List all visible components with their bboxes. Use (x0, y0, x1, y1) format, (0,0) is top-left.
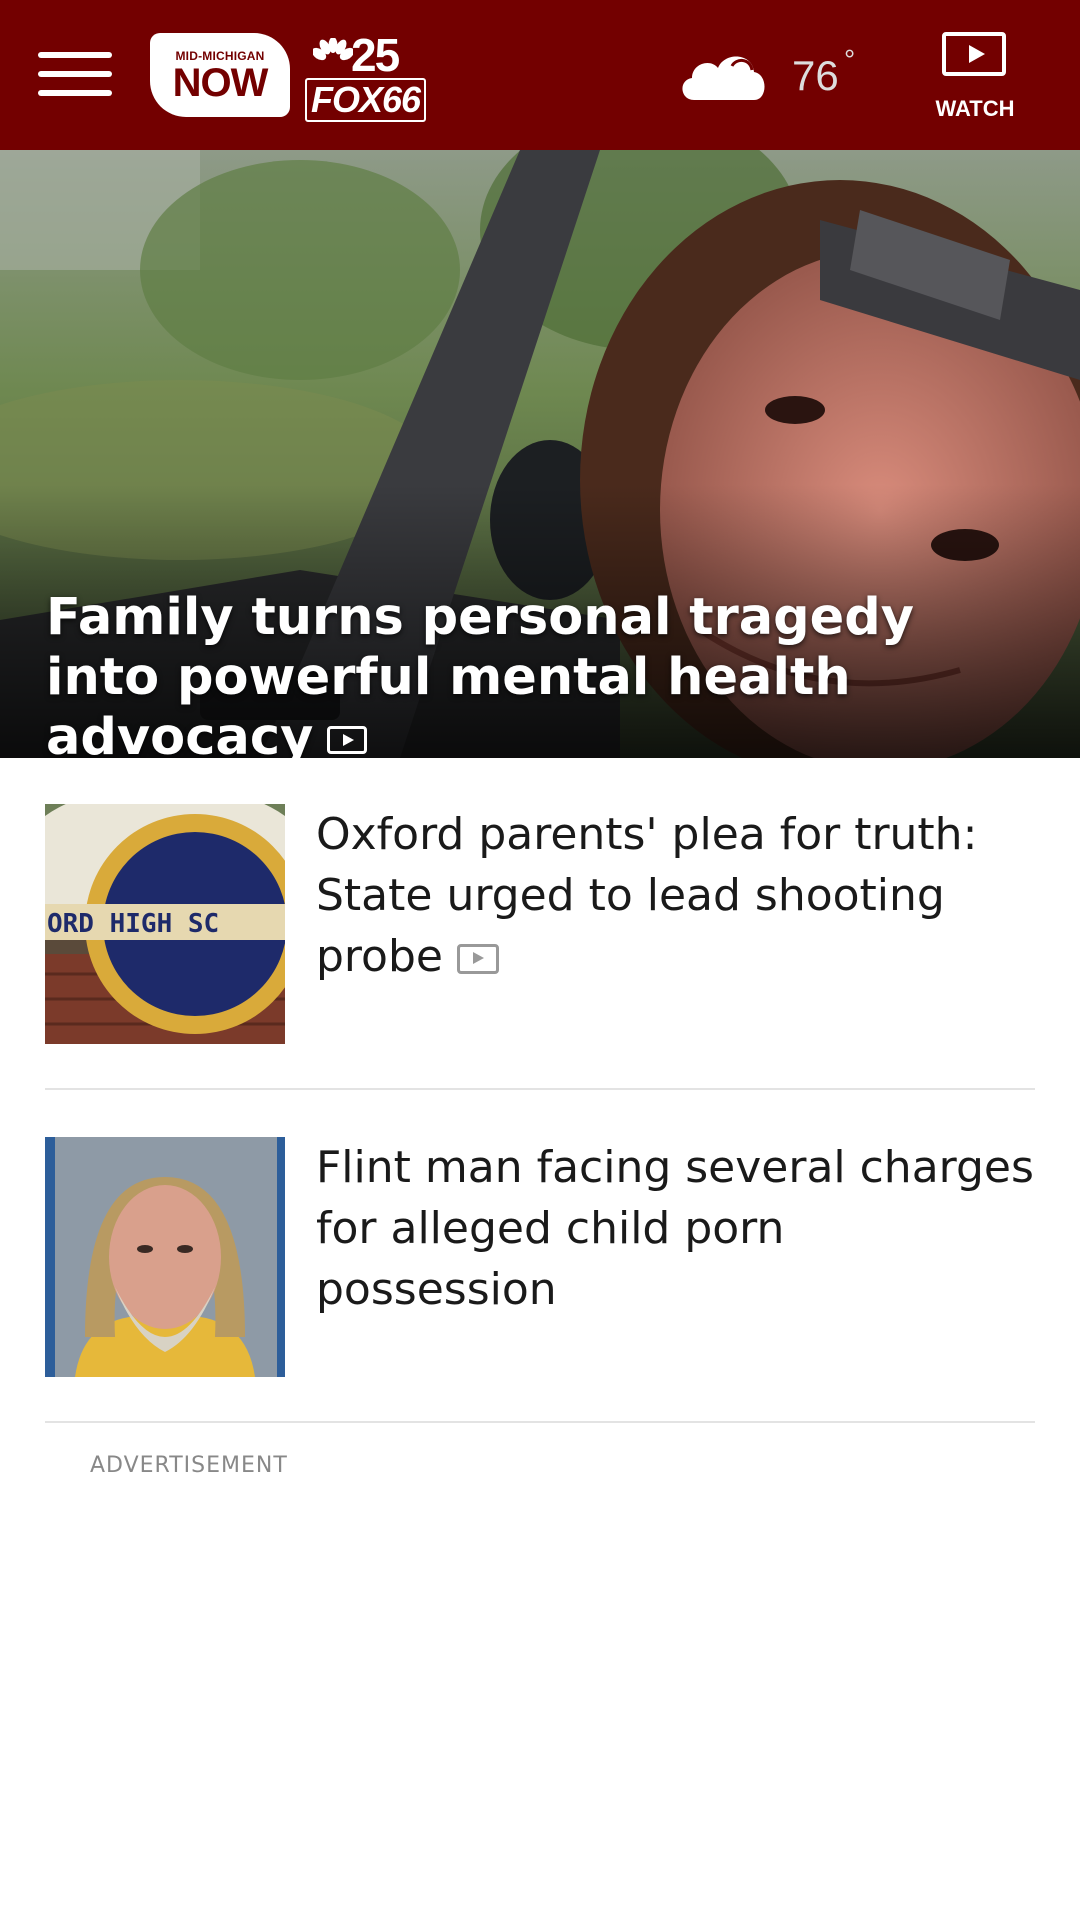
cloud-icon (682, 56, 765, 100)
nbc25-fox66-logo[interactable]: 25 FOX66 (305, 28, 435, 122)
video-icon (456, 944, 499, 974)
story-item[interactable]: Flint man facing several charges for all… (45, 1137, 1035, 1377)
story-thumbnail (45, 1137, 285, 1377)
hero-headline-text: Family turns personal tragedy into power… (46, 588, 915, 758)
divider (45, 1088, 1035, 1090)
hero-headline[interactable]: Family turns personal tragedy into power… (46, 588, 1036, 758)
watch-label: WATCH (935, 96, 1015, 121)
channel-number: 25 (351, 29, 400, 81)
logo-big-text: NOW (172, 61, 269, 105)
thumb-sign-text: ORD HIGH SC (47, 909, 219, 939)
video-icon (327, 726, 368, 754)
degree-symbol: ° (844, 44, 856, 75)
advertisement-label: ADVERTISEMENT (90, 1453, 288, 1478)
peacock-icon (313, 38, 353, 61)
story-headline-text: Flint man facing several charges for all… (316, 1142, 1034, 1315)
story-thumbnail: ORD HIGH SC (45, 804, 285, 1044)
mid-michigan-now-logo[interactable]: MID-MICHIGAN NOW (150, 33, 290, 117)
divider (45, 1421, 1035, 1423)
hero-story[interactable]: Family turns personal tragedy into power… (0, 150, 1080, 758)
temperature: 76 (792, 52, 839, 99)
story-headline[interactable]: Oxford parents' plea for truth: State ur… (316, 804, 1036, 987)
oxford-sign-image: ORD HIGH SC (45, 804, 285, 1044)
story-item[interactable]: ORD HIGH SC Oxford parents' plea for tru… (45, 804, 1035, 1044)
story-headline[interactable]: Flint man facing several charges for all… (316, 1137, 1036, 1320)
fox66-text: FOX66 (305, 78, 427, 122)
site-header: MID-MICHIGAN NOW 25 FOX66 76 ° WATCH (0, 0, 1080, 150)
story-headline-text: Oxford parents' plea for truth: State ur… (316, 809, 978, 982)
mugshot-image (45, 1137, 285, 1377)
watch-button[interactable]: WATCH (930, 30, 1020, 125)
play-icon (942, 32, 1006, 76)
menu-icon[interactable] (38, 50, 112, 98)
